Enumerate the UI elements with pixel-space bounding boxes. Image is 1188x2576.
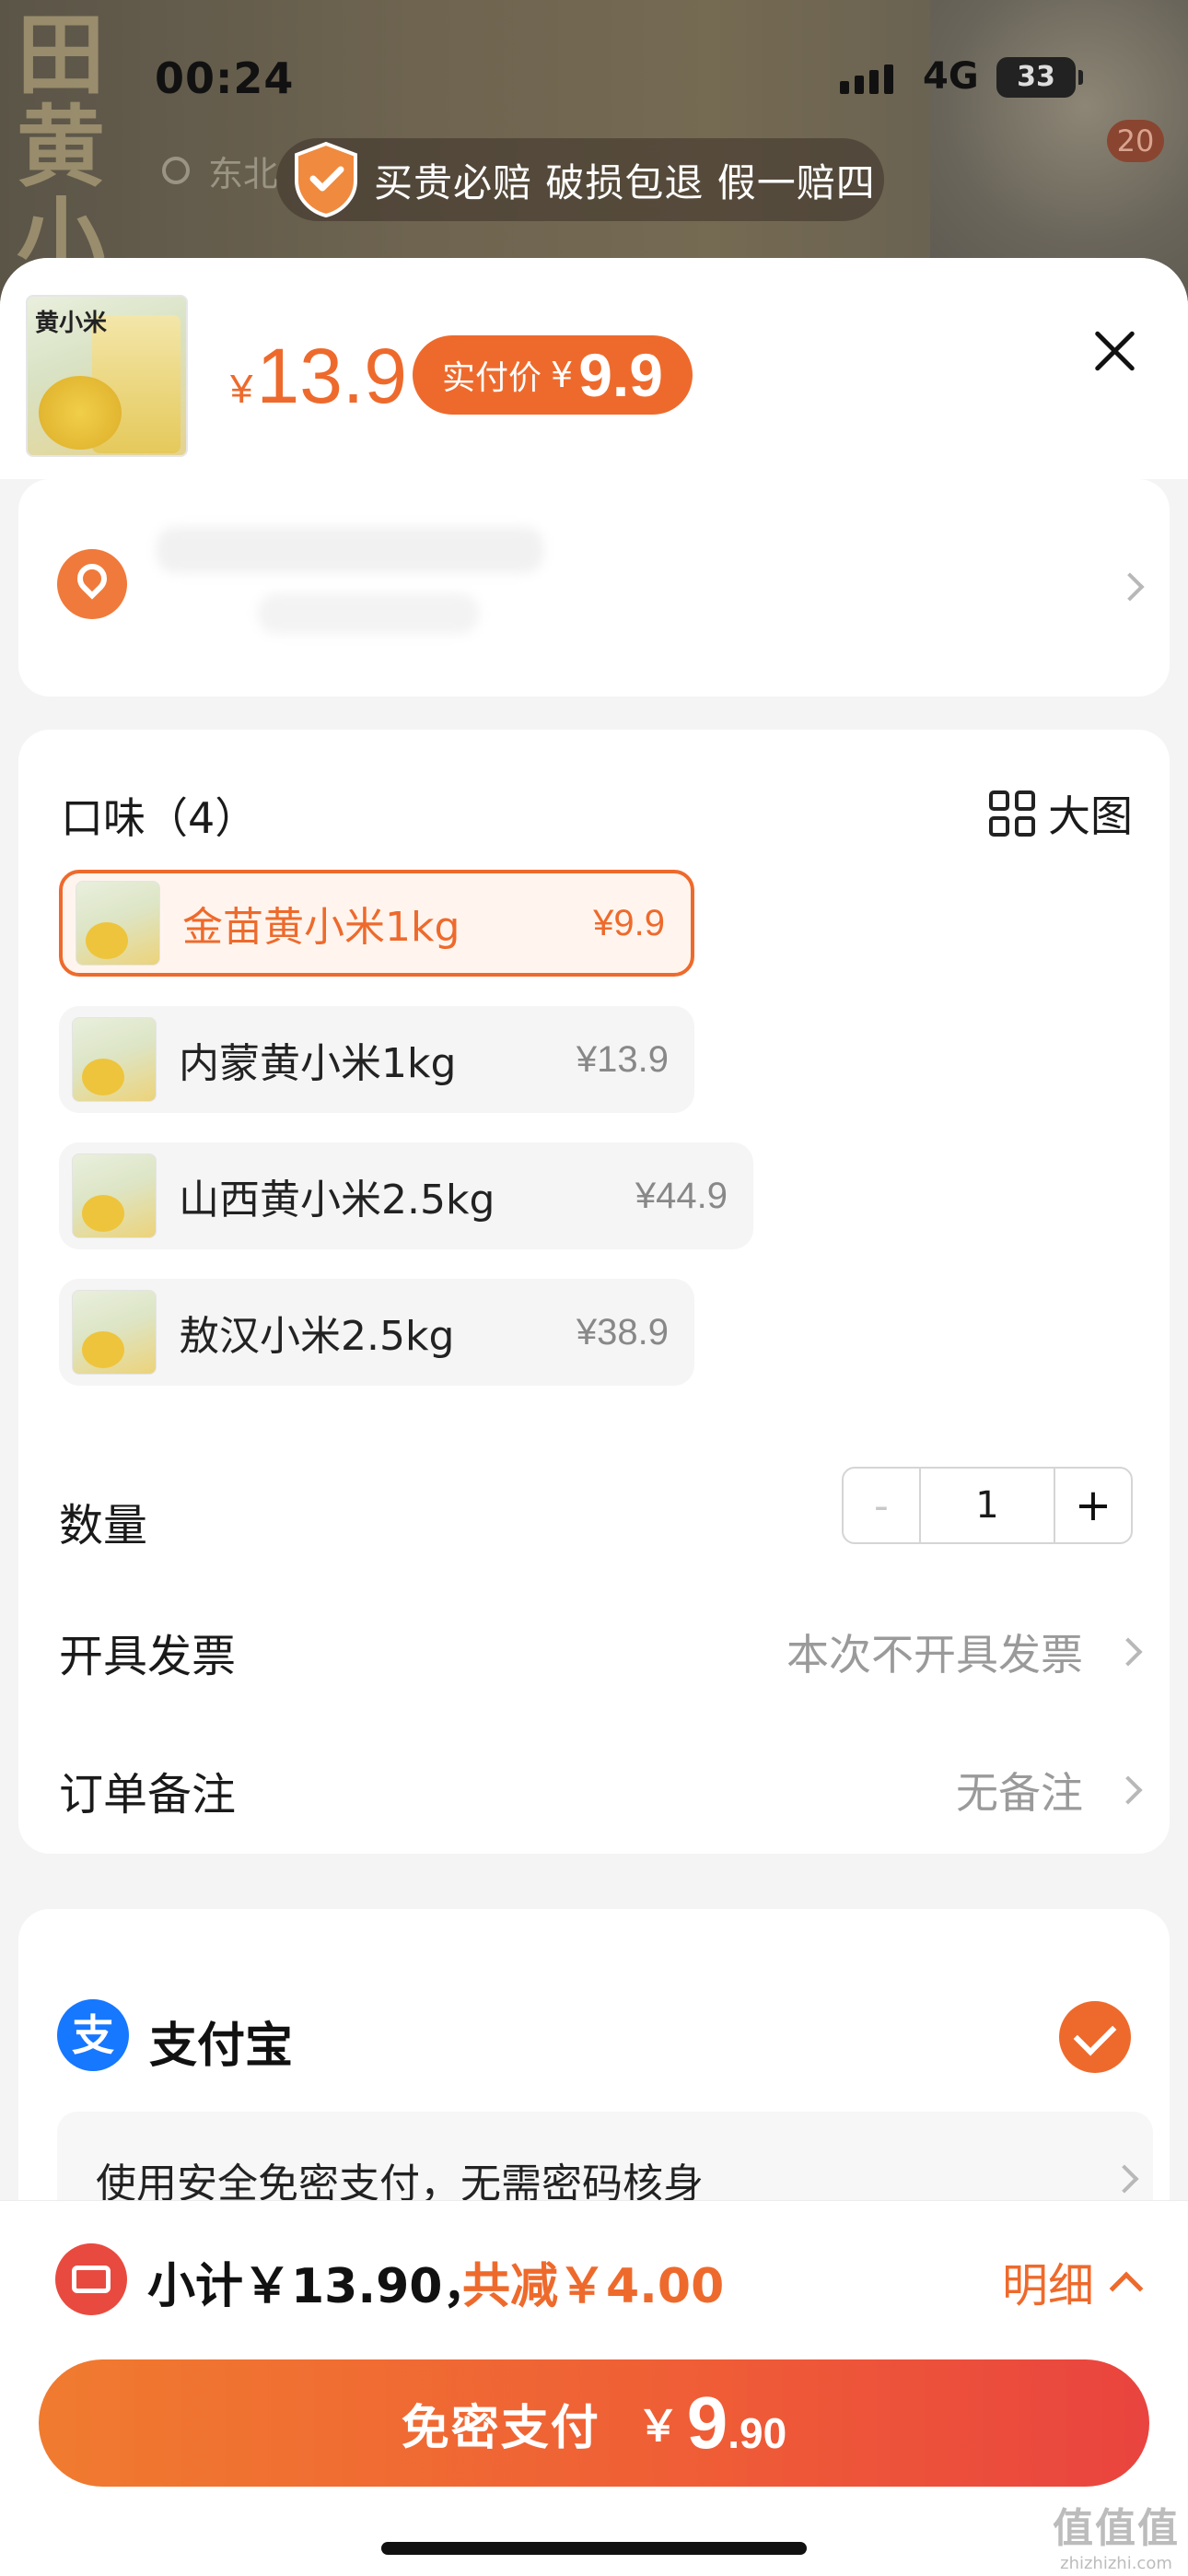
actual-price-value: 9.9 — [578, 341, 663, 409]
actual-price-badge: 实付价 ¥ 9.9 — [413, 335, 693, 415]
option-image — [76, 881, 160, 966]
pay-button-amount-int: 9 — [686, 2382, 728, 2464]
spec-card: 口味（4） 大图 金苗黄小米1kg ¥9.9 内蒙黄小米1kg ¥13.9 山西… — [18, 730, 1170, 1854]
decrease-button[interactable]: - — [844, 1469, 921, 1542]
address-card[interactable] — [18, 479, 1170, 697]
option-image — [72, 1153, 157, 1238]
option-neimeng[interactable]: 内蒙黄小米1kg ¥13.9 — [59, 1006, 694, 1113]
network-type: 4G — [923, 55, 979, 98]
subtotal-text: 小计￥13.90， — [147, 2259, 491, 2314]
address-line-blurred — [157, 527, 543, 573]
flavor-title: 口味（4） — [61, 793, 258, 843]
option-price: ¥13.9 — [576, 1038, 669, 1080]
option-name: 金苗黄小米1kg — [182, 904, 460, 951]
background-search-text: 东北 — [208, 154, 279, 194]
selected-check-icon[interactable] — [1059, 2001, 1131, 2073]
option-image — [72, 1290, 157, 1375]
original-price: ¥13.9 — [230, 332, 407, 421]
chevron-right-icon — [1115, 572, 1145, 602]
location-pin-icon — [57, 549, 127, 619]
chevron-right-icon — [1113, 1775, 1143, 1805]
option-name: 敖汉小米2.5kg — [179, 1313, 455, 1360]
millet-bowl-image — [39, 376, 122, 450]
bottom-bar: 小计￥13.90， 共减￥4.00 明细 免密支付 ￥ 9 .90 — [0, 2200, 1188, 2576]
invoice-value[interactable]: 本次不开具发票 — [786, 1622, 1083, 1682]
quantity-label: 数量 — [59, 1500, 148, 1551]
detail-label: 明细 — [1002, 2259, 1094, 2313]
watermark-url: zhizhizhi.com — [1060, 2554, 1172, 2573]
guarantee-banner: 买贵必赔 破损包退 假一赔四 — [276, 138, 884, 221]
actual-price-label: 实付价 — [442, 359, 542, 397]
payment-method-name: 支付宝 — [149, 2019, 294, 2074]
pay-button-label: 免密支付 — [401, 2400, 600, 2456]
watermark: 值值值 zhizhizhi.com — [1052, 2495, 1181, 2573]
search-icon — [162, 157, 190, 184]
price-currency: ¥ — [230, 367, 253, 412]
option-shanxi[interactable]: 山西黄小米2.5kg ¥44.9 — [59, 1142, 753, 1249]
option-image — [72, 1017, 157, 1102]
chevron-right-icon — [1110, 2164, 1139, 2194]
discount-text: 共减￥4.00 — [462, 2259, 725, 2314]
invoice-label: 开具发票 — [59, 1631, 237, 1682]
big-image-toggle[interactable]: 大图 — [989, 783, 1133, 844]
actual-price-currency: ¥ — [551, 355, 574, 395]
pay-button-currency: ￥ — [636, 2401, 680, 2451]
option-price: ¥9.9 — [593, 902, 665, 943]
signal-icon — [840, 61, 893, 94]
thumbnail-label: 黄小米 — [35, 310, 108, 337]
quantity-value[interactable]: 1 — [921, 1469, 1054, 1542]
cart-count-badge: 20 — [1107, 120, 1164, 162]
option-price: ¥44.9 — [635, 1175, 728, 1216]
option-aohan[interactable]: 敖汉小米2.5kg ¥38.9 — [59, 1279, 694, 1386]
chevron-up-icon — [1109, 2271, 1144, 2306]
close-icon[interactable] — [1090, 326, 1138, 374]
price-value: 13.9 — [256, 333, 407, 419]
increase-button[interactable]: + — [1054, 1469, 1131, 1542]
option-jinmiao[interactable]: 金苗黄小米1kg ¥9.9 — [59, 870, 694, 977]
grid-icon — [989, 790, 1035, 837]
pay-button[interactable]: 免密支付 ￥ 9 .90 — [39, 2359, 1149, 2487]
watermark-logo: 值值值 — [1053, 2505, 1180, 2552]
product-thumbnail[interactable]: 黄小米 — [26, 295, 188, 457]
guarantee-text: 买贵必赔 破损包退 假一赔四 — [374, 159, 876, 205]
option-name: 山西黄小米2.5kg — [179, 1177, 495, 1224]
big-image-label: 大图 — [1048, 791, 1133, 841]
quantity-stepper: - 1 + — [842, 1467, 1133, 1544]
status-time: 00:24 — [155, 53, 295, 103]
remark-label: 订单备注 — [59, 1769, 237, 1821]
alipay-icon: 支 — [57, 1999, 129, 2071]
address-contact-blurred — [258, 593, 479, 634]
shield-check-icon — [291, 140, 361, 219]
chevron-right-icon — [1113, 1637, 1143, 1667]
battery-icon: 33 — [996, 57, 1083, 98]
pay-button-amount-dec: .90 — [728, 2409, 787, 2457]
option-name: 内蒙黄小米1kg — [179, 1040, 457, 1087]
detail-toggle[interactable]: 明细 — [1002, 2249, 1144, 2315]
option-price: ¥38.9 — [576, 1311, 669, 1352]
home-indicator[interactable] — [381, 2542, 807, 2555]
sheet-header: 黄小米 ¥13.9 实付价 ¥ 9.9 — [0, 258, 1188, 479]
coupon-icon — [55, 2243, 127, 2315]
remark-value[interactable]: 无备注 — [956, 1760, 1083, 1821]
